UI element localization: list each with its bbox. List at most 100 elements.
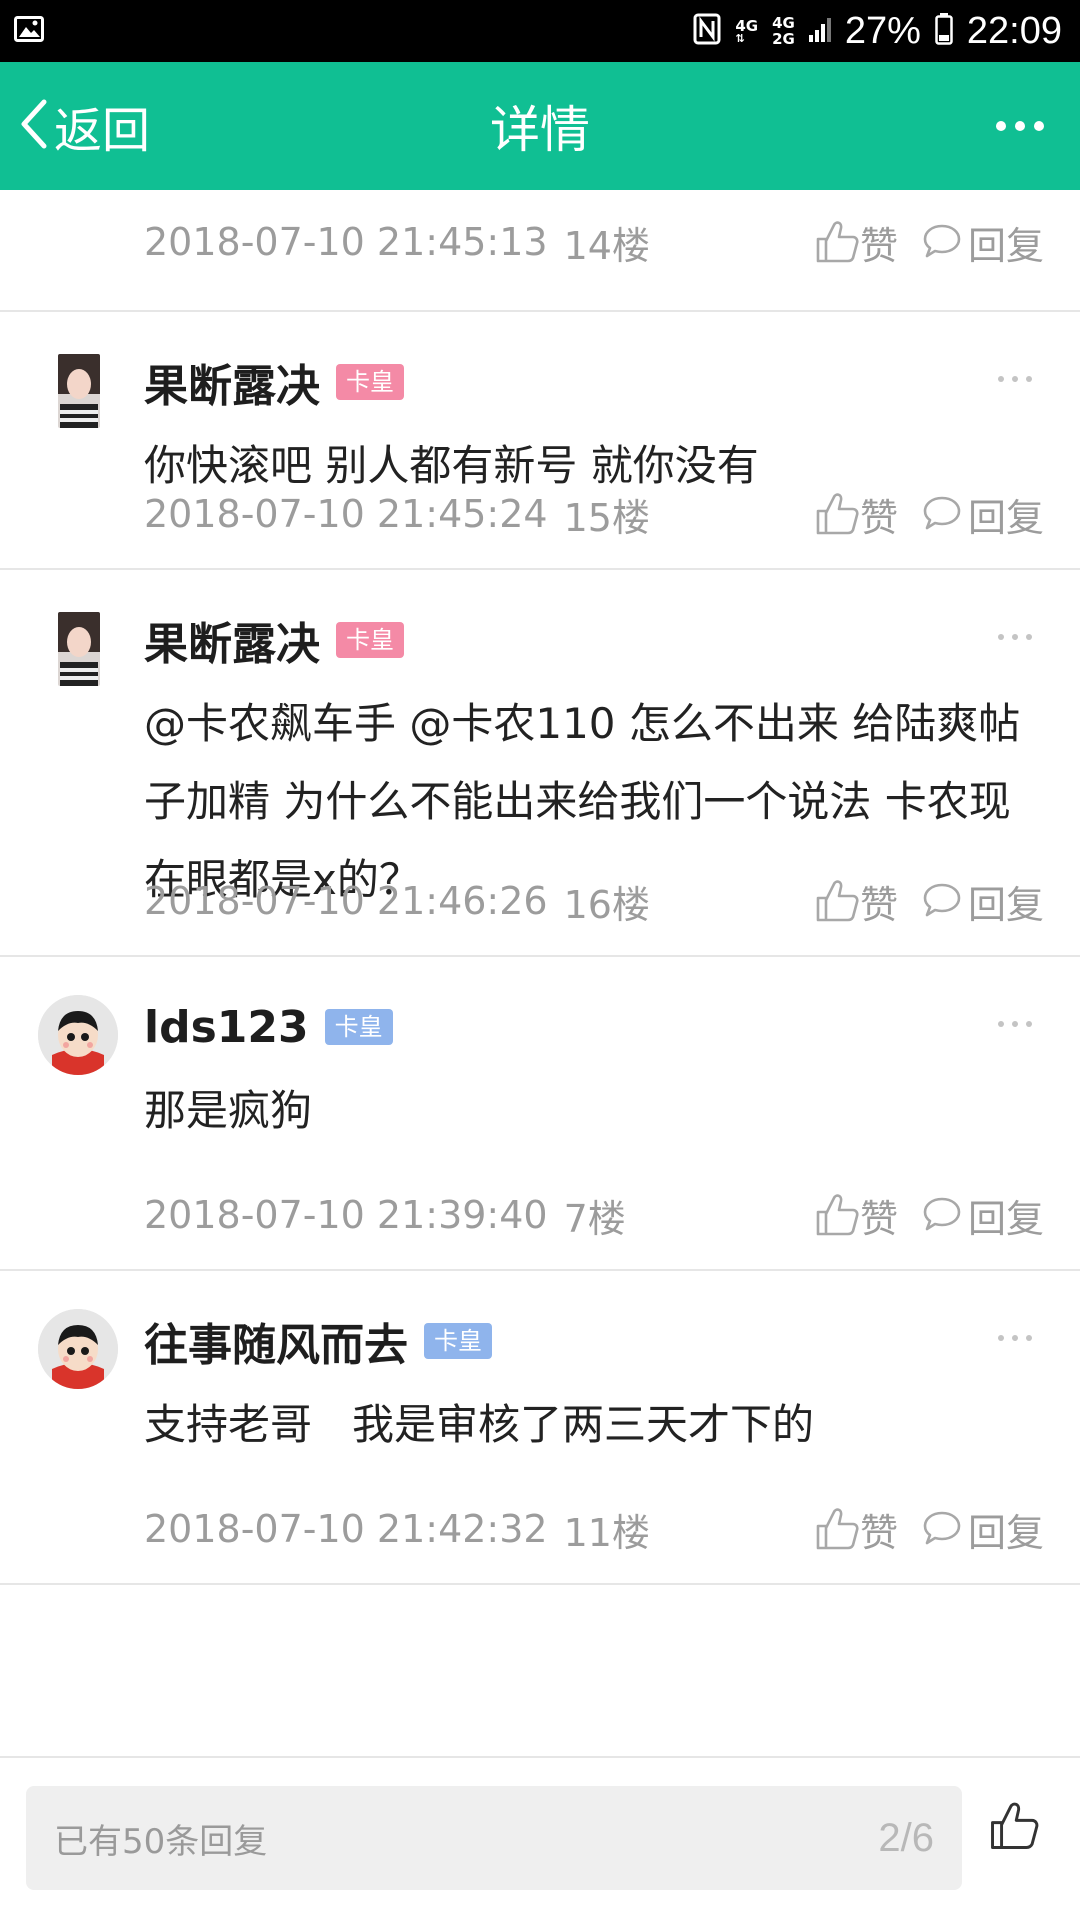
more-dot-icon xyxy=(1012,376,1018,382)
bottom-bar: 已有50条回复 2/6 xyxy=(0,1756,1080,1920)
more-dot-icon xyxy=(996,121,1006,131)
comment-icon xyxy=(922,494,962,534)
reply-button[interactable]: 回复 xyxy=(922,215,1044,270)
reply-floor: 7楼 xyxy=(563,1196,626,1241)
comment-icon xyxy=(922,222,962,262)
reply-button[interactable]: 回复 xyxy=(922,487,1044,542)
rank-badge: 卡皇 xyxy=(336,364,404,400)
more-dot-icon xyxy=(1026,634,1032,640)
reply-meta: 2018-07-10 21:45:24 15楼 赞 回复 xyxy=(144,482,1044,546)
more-dot-icon xyxy=(1026,1335,1032,1341)
comment-icon xyxy=(922,1509,962,1549)
image-icon xyxy=(14,16,44,46)
reply-actions: 赞 回复 xyxy=(814,487,1044,542)
rank-badge: 卡皇 xyxy=(336,622,404,658)
reply-meta: 2018-07-10 21:39:40 7楼 赞 回复 xyxy=(144,1183,1044,1247)
more-dot-icon xyxy=(1012,1335,1018,1341)
post-more-button[interactable] xyxy=(998,634,1032,640)
reply-label: 回复 xyxy=(967,1196,1044,1241)
username[interactable]: 果断露决 xyxy=(144,608,320,672)
username[interactable]: 往事随风而去 xyxy=(144,1309,408,1373)
battery-icon xyxy=(935,13,953,49)
avatar[interactable] xyxy=(38,995,118,1075)
more-dot-icon xyxy=(998,1021,1004,1027)
more-options-button[interactable] xyxy=(996,62,1044,190)
network-indicator: 4G ⇅ xyxy=(735,18,758,44)
status-bar: 4G ⇅ 4G 2G 27% 22:09 xyxy=(0,0,1080,62)
reply-floor: 14楼 xyxy=(563,223,650,268)
comment-icon xyxy=(922,1195,962,1235)
avatar[interactable] xyxy=(58,612,100,686)
like-button[interactable]: 赞 xyxy=(814,487,898,542)
rank-badge: 卡皇 xyxy=(424,1323,492,1359)
more-dot-icon xyxy=(1026,1021,1032,1027)
back-button[interactable]: 返回 xyxy=(18,62,150,190)
more-dot-icon xyxy=(1012,634,1018,640)
like-label: 赞 xyxy=(859,1196,898,1241)
app-header: 返回 详情 xyxy=(0,62,1080,190)
post-more-button[interactable] xyxy=(998,376,1032,382)
reply-button[interactable]: 回复 xyxy=(922,1502,1044,1557)
reply-actions: 赞 回复 xyxy=(814,215,1044,270)
reply-meta: 2018-07-10 21:42:32 11楼 赞 回复 xyxy=(144,1497,1044,1561)
like-button[interactable]: 赞 xyxy=(814,1188,898,1243)
reply-actions: 赞 回复 xyxy=(814,1502,1044,1557)
more-dot-icon xyxy=(1015,121,1025,131)
like-label: 赞 xyxy=(859,882,898,927)
network-mid: 4G xyxy=(772,14,795,32)
rank-badge: 卡皇 xyxy=(324,1009,393,1045)
thumbs-up-icon xyxy=(814,1506,860,1552)
reply-label: 回复 xyxy=(967,495,1044,540)
comment-icon xyxy=(922,881,962,921)
like-button[interactable]: 赞 xyxy=(814,874,898,929)
reply-label: 回复 xyxy=(967,223,1044,268)
reply-item: 2018-07-10 21:45:13 14楼 赞 回复 xyxy=(0,190,1080,312)
reply-count: 已有50条回复 xyxy=(54,1821,268,1862)
reply-floor: 16楼 xyxy=(563,882,650,927)
username[interactable]: lds123 xyxy=(144,1002,309,1053)
reply-item: 往事随风而去 卡皇 支持老哥 我是审核了两三天才下的 2018-07-10 21… xyxy=(0,1271,1080,1585)
reply-item: 果断露决 卡皇 你快滚吧 别人都有新号 就你没有 2018-07-10 21:4… xyxy=(0,312,1080,570)
page-indicator[interactable]: 2/6 xyxy=(878,1816,934,1861)
reply-content: 支持老哥 我是审核了两三天才下的 xyxy=(144,1400,815,1449)
more-dot-icon xyxy=(1034,121,1044,131)
reply-label: 回复 xyxy=(967,882,1044,927)
thumbs-up-icon xyxy=(814,491,860,537)
thumbs-up-icon xyxy=(814,1192,860,1238)
reply-button[interactable]: 回复 xyxy=(922,1188,1044,1243)
signal-icon xyxy=(808,16,831,46)
like-button[interactable]: 赞 xyxy=(814,1502,898,1557)
like-label: 赞 xyxy=(859,223,898,268)
more-dot-icon xyxy=(998,1335,1004,1341)
avatar[interactable] xyxy=(38,1309,118,1389)
more-dot-icon xyxy=(1012,1021,1018,1027)
reply-button[interactable]: 回复 xyxy=(922,874,1044,929)
reply-floor: 15楼 xyxy=(563,495,650,540)
avatar[interactable] xyxy=(58,354,100,428)
chevron-left-icon xyxy=(18,98,48,154)
battery-percent: 27% xyxy=(844,9,921,52)
user-row: 果断露决 卡皇 xyxy=(144,342,404,422)
reply-input[interactable]: 已有50条回复 2/6 xyxy=(26,1786,962,1890)
data-arrows: ⇅ xyxy=(735,32,745,45)
reply-list[interactable]: 2018-07-10 21:45:13 14楼 赞 回复 果断露决 卡皇 你快滚… xyxy=(0,190,1080,1585)
reply-label: 回复 xyxy=(967,1510,1044,1555)
bottom-like-button[interactable] xyxy=(988,1800,1040,1856)
page-title: 详情 xyxy=(490,101,590,159)
username[interactable]: 果断露决 xyxy=(144,350,320,414)
clock: 22:09 xyxy=(966,9,1062,52)
reply-actions: 赞 回复 xyxy=(814,874,1044,929)
back-label: 返回 xyxy=(54,103,151,159)
thumbs-up-icon xyxy=(988,1802,1040,1856)
reply-meta: 2018-07-10 21:46:26 16楼 赞 回复 xyxy=(144,869,1044,933)
post-more-button[interactable] xyxy=(998,1021,1032,1027)
more-dot-icon xyxy=(998,634,1004,640)
reply-time: 2018-07-10 21:46:26 xyxy=(144,879,548,923)
like-button[interactable]: 赞 xyxy=(814,215,898,270)
user-row: 往事随风而去 卡皇 xyxy=(144,1301,492,1381)
thumbs-up-icon xyxy=(814,219,860,265)
reply-content: 那是疯狗 xyxy=(144,1086,313,1135)
reply-time: 2018-07-10 21:45:13 xyxy=(144,220,548,264)
post-more-button[interactable] xyxy=(998,1335,1032,1341)
reply-item: lds123 卡皇 那是疯狗 2018-07-10 21:39:40 7楼 赞 … xyxy=(0,957,1080,1271)
